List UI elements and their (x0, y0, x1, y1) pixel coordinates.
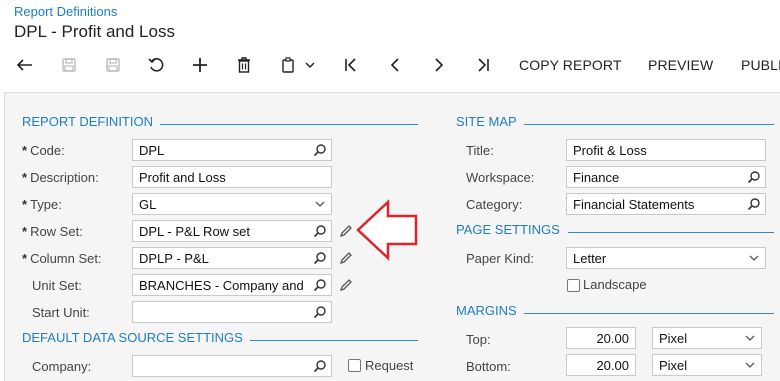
toolbar: COPY REPORT PREVIEW PUBLI (0, 48, 780, 82)
start-unit-label: Start Unit: (32, 305, 90, 320)
search-icon[interactable] (313, 305, 327, 319)
margin-top-unit-select[interactable]: Pixel (652, 327, 762, 349)
code-field[interactable]: DPL (132, 139, 332, 161)
edit-row-set-icon[interactable] (338, 223, 354, 239)
section-title-default-data-source: DEFAULT DATA SOURCE SETTINGS (22, 330, 243, 345)
request-label: Request (365, 358, 414, 373)
chevron-down-icon[interactable] (300, 52, 320, 78)
company-label: Company: (32, 359, 92, 374)
unit-set-field[interactable]: BRANCHES - Company and Branc (132, 274, 332, 296)
title-label: Title: (466, 143, 494, 158)
add-icon[interactable] (187, 52, 213, 78)
previous-record-icon[interactable] (382, 52, 408, 78)
delete-icon[interactable] (231, 52, 257, 78)
landscape-checkbox[interactable] (567, 279, 580, 292)
workspace-label: Workspace: (466, 170, 535, 185)
description-field[interactable]: Profit and Loss (132, 166, 332, 188)
company-field[interactable] (132, 355, 332, 377)
last-record-icon[interactable] (470, 52, 496, 78)
copy-report-button[interactable]: COPY REPORT (519, 57, 622, 73)
edit-unit-set-icon[interactable] (338, 277, 354, 293)
unit-set-label: Unit Set: (32, 278, 82, 293)
category-field[interactable]: Financial Statements (566, 193, 766, 215)
search-icon[interactable] (313, 224, 327, 238)
edit-column-set-icon[interactable] (338, 250, 354, 266)
section-divider (568, 232, 774, 233)
description-label: * Description: (22, 170, 99, 185)
undo-icon[interactable] (12, 52, 38, 78)
type-label: * Type: (22, 197, 62, 212)
section-title-site-map: SITE MAP (456, 114, 517, 129)
breadcrumb[interactable]: Report Definitions (14, 4, 117, 19)
category-label: Category: (466, 197, 523, 212)
start-unit-field[interactable] (132, 301, 332, 323)
landscape-label: Landscape (583, 277, 647, 292)
page-title: DPL - Profit and Loss (14, 22, 175, 41)
paper-kind-select[interactable]: Letter (566, 247, 766, 269)
margin-top-field[interactable]: 20.00 (566, 327, 636, 349)
section-divider (524, 313, 774, 314)
search-icon[interactable] (313, 359, 327, 373)
column-set-label: * Column Set: (22, 251, 102, 266)
type-select[interactable]: GL (132, 193, 332, 215)
site-map-title-field[interactable]: Profit & Loss (566, 139, 766, 161)
save-close-icon[interactable] (56, 52, 82, 78)
copy-paste-icon[interactable] (275, 52, 301, 78)
search-icon[interactable] (747, 197, 761, 211)
code-label: * Code: (22, 143, 65, 158)
annotation-arrow-icon (356, 199, 418, 261)
search-icon[interactable] (313, 143, 327, 157)
save-icon[interactable] (100, 52, 126, 78)
margin-bottom-unit-select[interactable]: Pixel (652, 354, 762, 376)
publish-button[interactable]: PUBLI (741, 57, 780, 73)
row-set-field[interactable]: DPL - P&L Row set (132, 220, 332, 242)
chevron-down-icon[interactable] (743, 331, 757, 345)
row-set-label: * Row Set: (22, 224, 83, 239)
search-icon[interactable] (313, 278, 327, 292)
margin-bottom-field[interactable]: 20.00 (566, 354, 636, 376)
required-marker: * (22, 143, 28, 158)
section-title-margins: MARGINS (456, 303, 517, 318)
column-set-field[interactable]: DPLP - P&L (132, 247, 332, 269)
chevron-down-icon[interactable] (743, 358, 757, 372)
request-checkbox[interactable] (348, 359, 361, 372)
search-icon[interactable] (313, 251, 327, 265)
section-title-report-definition: REPORT DEFINITION (22, 114, 153, 129)
margin-top-label: Top: (466, 332, 491, 347)
workspace-field[interactable]: Finance (566, 166, 766, 188)
section-divider (524, 124, 774, 125)
chevron-down-icon[interactable] (747, 251, 761, 265)
chevron-down-icon[interactable] (313, 197, 327, 211)
section-divider (250, 340, 418, 341)
next-record-icon[interactable] (426, 52, 452, 78)
preview-button[interactable]: PREVIEW (648, 57, 713, 73)
section-title-page-settings: PAGE SETTINGS (456, 222, 560, 237)
search-icon[interactable] (747, 170, 761, 184)
margin-bottom-label: Bottom: (466, 359, 511, 374)
cancel-icon[interactable] (143, 52, 169, 78)
first-record-icon[interactable] (338, 52, 364, 78)
section-divider (160, 124, 418, 125)
paper-kind-label: Paper Kind: (466, 251, 534, 266)
